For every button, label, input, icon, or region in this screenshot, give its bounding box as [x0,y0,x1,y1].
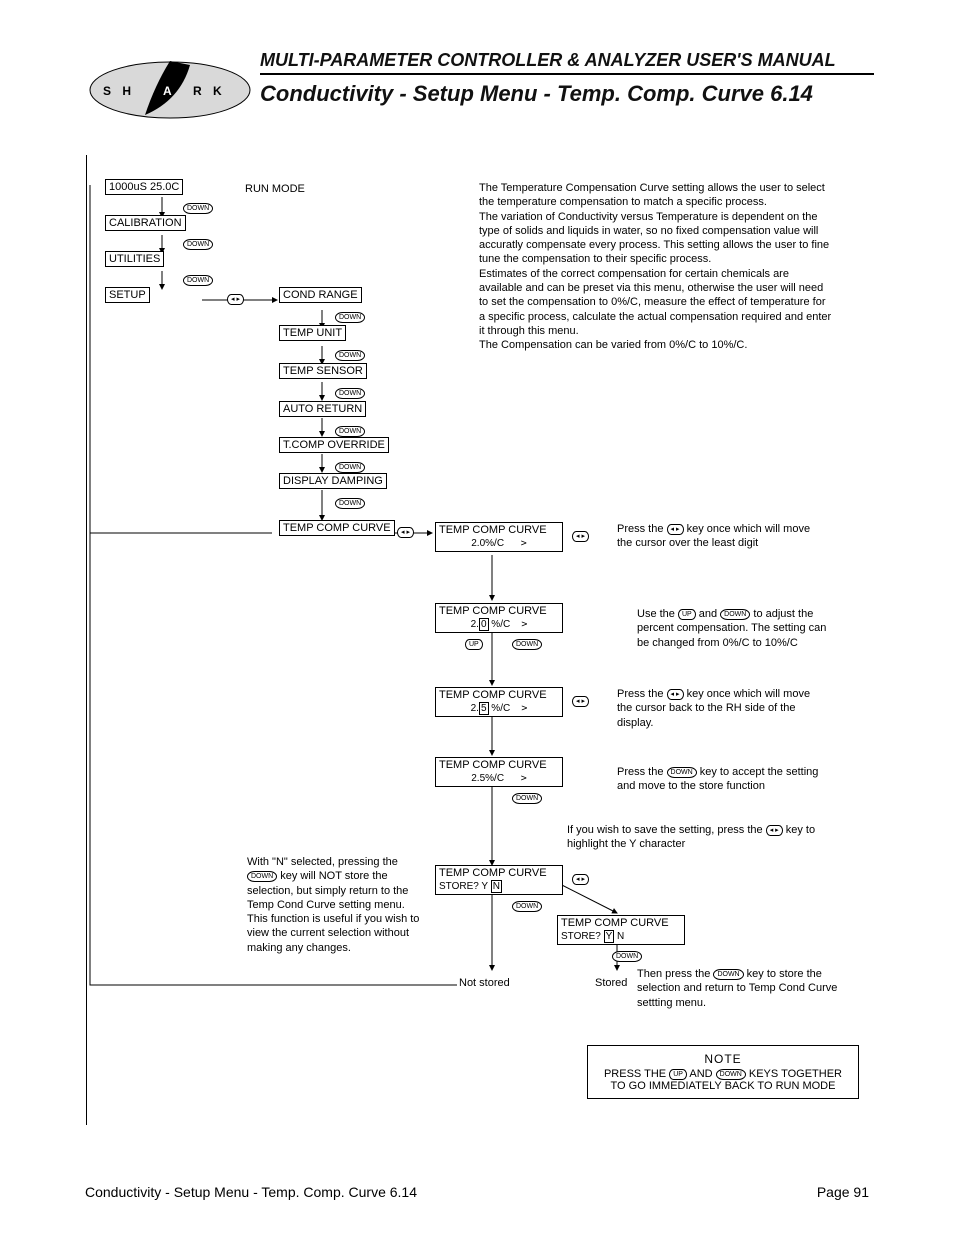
svg-text:A: A [163,84,176,98]
diagram-frame: 1000uS 25.0C RUN MODE CALIBRATION UTILIT… [86,155,847,1125]
logo-text: S H [103,84,135,98]
display-damping-box: DISPLAY DAMPING [279,473,387,489]
section-title: Conductivity - Setup Menu - Temp. Comp. … [260,81,874,107]
store-yn-box: TEMP COMP CURVE STORE? Y N [435,865,563,895]
note-box: NOTE PRESS THE AND KEYS TOGETHER TO GO I… [587,1045,859,1099]
down-key-icon [512,793,542,804]
down-key-icon [183,203,213,214]
utilities-box: UTILITIES [105,251,164,267]
screen-1: TEMP COMP CURVE 2.0%/C > [435,522,563,552]
temp-comp-curve-box: TEMP COMP CURVE [279,520,395,536]
desc-5: If you wish to save the setting, press t… [567,823,837,852]
screen-2: TEMP COMP CURVE 2.0 %/C > [435,603,563,633]
lr-key-icon [227,294,244,305]
lr-key-icon [766,825,783,836]
desc-2: Use the and to adjust the percent compen… [637,607,837,650]
run-mode-box: 1000uS 25.0C [105,179,183,195]
n-selected-note: With "N" selected, pressing the key will… [247,855,422,955]
lr-key-icon [667,524,684,535]
down-key-icon [335,498,365,509]
note-title: NOTE [598,1052,848,1066]
calibration-box: CALIBRATION [105,215,186,231]
down-key-icon [335,462,365,473]
temp-sensor-box: TEMP SENSOR [279,363,367,379]
run-mode-label: RUN MODE [245,183,305,197]
down-key-icon [716,1069,746,1080]
screen-4: TEMP COMP CURVE 2.5%/C > [435,757,563,787]
auto-return-box: AUTO RETURN [279,401,366,417]
down-key-icon [335,388,365,399]
tcomp-override-box: T.COMP OVERRIDE [279,437,389,453]
desc-4: Press the key to accept the setting and … [617,765,837,794]
down-key-icon [335,350,365,361]
lr-key-icon [572,531,589,542]
lr-key-icon [572,874,589,885]
stored-label: Stored [595,977,627,991]
page-footer: Conductivity - Setup Menu - Temp. Comp. … [85,1184,869,1200]
desc-6: Then press the key to store the selectio… [637,967,842,1010]
lr-key-icon [667,689,684,700]
desc-3: Press the key once which will move the c… [617,687,827,730]
temp-unit-box: TEMP UNIT [279,325,346,341]
up-key-icon [465,639,483,650]
shark-logo: S H A R K [85,55,255,125]
svg-text:R K: R K [193,84,226,98]
setup-box: SETUP [105,287,150,303]
not-stored-label: Not stored [459,977,510,991]
down-key-icon [183,275,213,286]
down-key-icon [183,239,213,250]
up-key-icon [669,1069,687,1080]
down-key-icon [720,609,750,620]
down-key-icon [335,426,365,437]
down-key-icon [247,871,277,882]
up-key-icon [678,609,696,620]
store-y-box: TEMP COMP CURVE STORE? Y N [557,915,685,945]
down-key-icon [512,639,542,650]
down-key-icon [335,312,365,323]
manual-title: MULTI-PARAMETER CONTROLLER & ANALYZER US… [260,50,874,75]
down-key-icon [512,901,542,912]
footer-left: Conductivity - Setup Menu - Temp. Comp. … [85,1184,417,1200]
lr-key-icon [572,696,589,707]
cond-range-box: COND RANGE [279,287,362,303]
screen-3: TEMP COMP CURVE 2.5 %/C > [435,687,563,717]
down-key-icon [713,969,743,980]
lr-key-icon [397,527,414,538]
down-key-icon [667,767,697,778]
down-key-icon [612,951,642,962]
main-description: The Temperature Compensation Curve setti… [479,181,834,353]
footer-right: Page 91 [817,1184,869,1200]
desc-1: Press the key once which will move the c… [617,522,827,551]
